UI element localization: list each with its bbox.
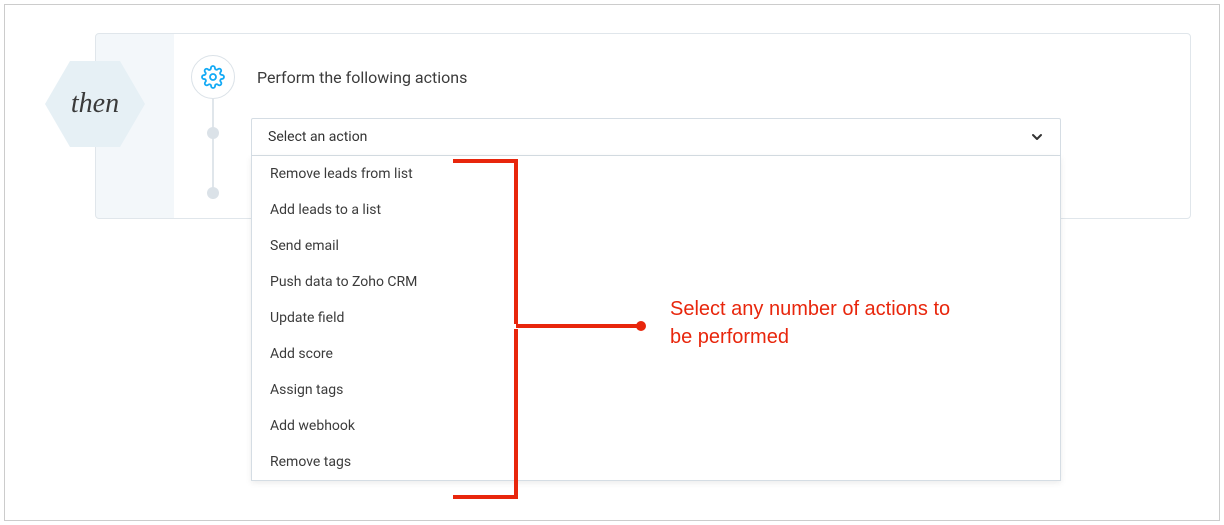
action-option-assign-tags[interactable]: Assign tags xyxy=(252,372,1060,408)
step-badge-label: then xyxy=(71,88,119,120)
action-option-add-leads-to-list[interactable]: Add leads to a list xyxy=(252,192,1060,228)
action-option-remove-tags[interactable]: Remove tags xyxy=(252,444,1060,480)
step-title: Perform the following actions xyxy=(257,68,467,87)
action-option-remove-leads-from-list[interactable]: Remove leads from list xyxy=(252,156,1060,192)
action-dropdown-placeholder: Select an action xyxy=(268,129,367,145)
timeline-dot-icon xyxy=(207,127,219,139)
chevron-down-icon xyxy=(1030,130,1044,144)
step-header: Perform the following actions xyxy=(191,55,1191,99)
timeline-dot-icon xyxy=(207,187,219,199)
annotation-text: Select any number of actions to be perfo… xyxy=(670,295,970,351)
step-timeline xyxy=(212,99,214,199)
step-badge-then: then xyxy=(45,61,145,147)
gear-icon xyxy=(191,55,235,99)
workflow-step-panel: then Perform the following actions Selec… xyxy=(4,4,1220,521)
action-option-add-webhook[interactable]: Add webhook xyxy=(252,408,1060,444)
action-dropdown-toggle[interactable]: Select an action xyxy=(251,118,1061,156)
action-option-send-email[interactable]: Send email xyxy=(252,228,1060,264)
